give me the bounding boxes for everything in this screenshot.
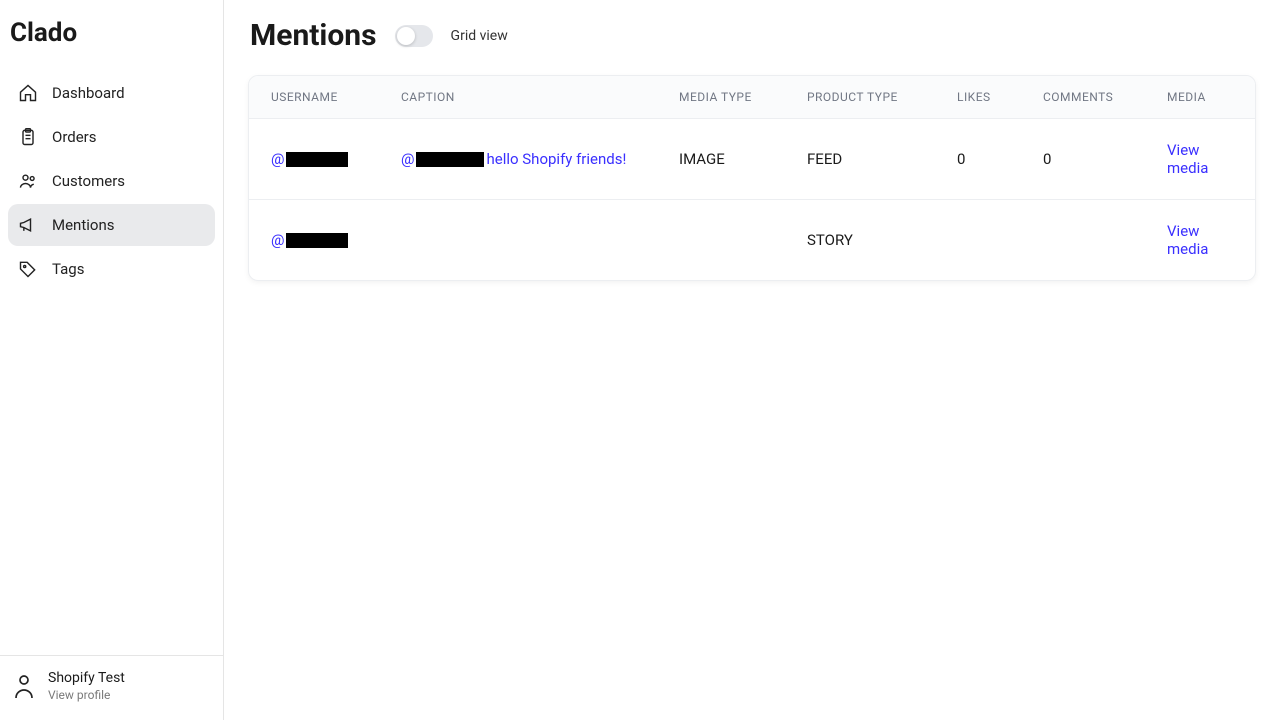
redacted-handle	[416, 152, 484, 167]
sidebar-item-label: Customers	[52, 172, 125, 190]
brand-logo: Clado	[0, 0, 223, 70]
megaphone-icon	[18, 215, 38, 235]
grid-view-label: Grid view	[451, 28, 508, 44]
col-header-username: USERNAME	[271, 90, 401, 104]
redacted-username	[286, 233, 348, 248]
sidebar-item-mentions[interactable]: Mentions	[8, 204, 215, 246]
profile-name: Shopify Test	[48, 670, 125, 686]
col-header-action: MEDIA	[1167, 90, 1233, 104]
sidebar-item-label: Orders	[52, 128, 97, 146]
table-row: @ STORY View media	[249, 200, 1255, 280]
main-content: Mentions Grid view USERNAME CAPTION MEDI…	[224, 0, 1280, 720]
primary-nav: Dashboard Orders Customers Mentions	[0, 70, 223, 655]
view-media-link[interactable]: View media	[1167, 222, 1208, 258]
tag-icon	[18, 259, 38, 279]
col-header-caption: CAPTION	[401, 90, 679, 104]
grid-view-toggle[interactable]	[395, 25, 433, 47]
cell-comments: 0	[1043, 150, 1167, 168]
table-row: @ @ hello Shopify friends! IMAGE FEED 0 …	[249, 119, 1255, 200]
cell-product-type: FEED	[807, 150, 957, 168]
table-header: USERNAME CAPTION MEDIA TYPE PRODUCT TYPE…	[249, 76, 1255, 119]
col-header-media: MEDIA TYPE	[679, 90, 807, 104]
sidebar-item-label: Dashboard	[52, 84, 125, 102]
cell-username[interactable]: @	[271, 231, 401, 249]
cell-product-type: STORY	[807, 231, 957, 249]
col-header-likes: LIKES	[957, 90, 1043, 104]
mentions-table: USERNAME CAPTION MEDIA TYPE PRODUCT TYPE…	[248, 75, 1256, 281]
view-profile-link[interactable]: View profile	[48, 688, 125, 702]
sidebar-item-tags[interactable]: Tags	[8, 248, 215, 290]
view-media-link[interactable]: View media	[1167, 141, 1208, 177]
page-title: Mentions	[250, 18, 377, 53]
cell-media-type: IMAGE	[679, 150, 807, 168]
col-header-comments: COMMENTS	[1043, 90, 1167, 104]
home-icon	[18, 83, 38, 103]
sidebar-footer[interactable]: Shopify Test View profile	[0, 655, 223, 720]
redacted-username	[286, 152, 348, 167]
cell-username[interactable]: @	[271, 150, 401, 168]
users-icon	[18, 171, 38, 191]
sidebar-item-label: Mentions	[52, 216, 114, 234]
user-icon	[12, 672, 36, 700]
col-header-product: PRODUCT TYPE	[807, 90, 957, 104]
sidebar-item-dashboard[interactable]: Dashboard	[8, 72, 215, 114]
sidebar-item-orders[interactable]: Orders	[8, 116, 215, 158]
sidebar: Clado Dashboard Orders Customers	[0, 0, 224, 720]
clipboard-icon	[18, 127, 38, 147]
sidebar-item-customers[interactable]: Customers	[8, 160, 215, 202]
cell-likes: 0	[957, 150, 1043, 168]
page-header: Mentions Grid view	[248, 18, 1256, 53]
sidebar-item-label: Tags	[52, 260, 84, 278]
cell-caption: @ hello Shopify friends!	[401, 150, 679, 168]
